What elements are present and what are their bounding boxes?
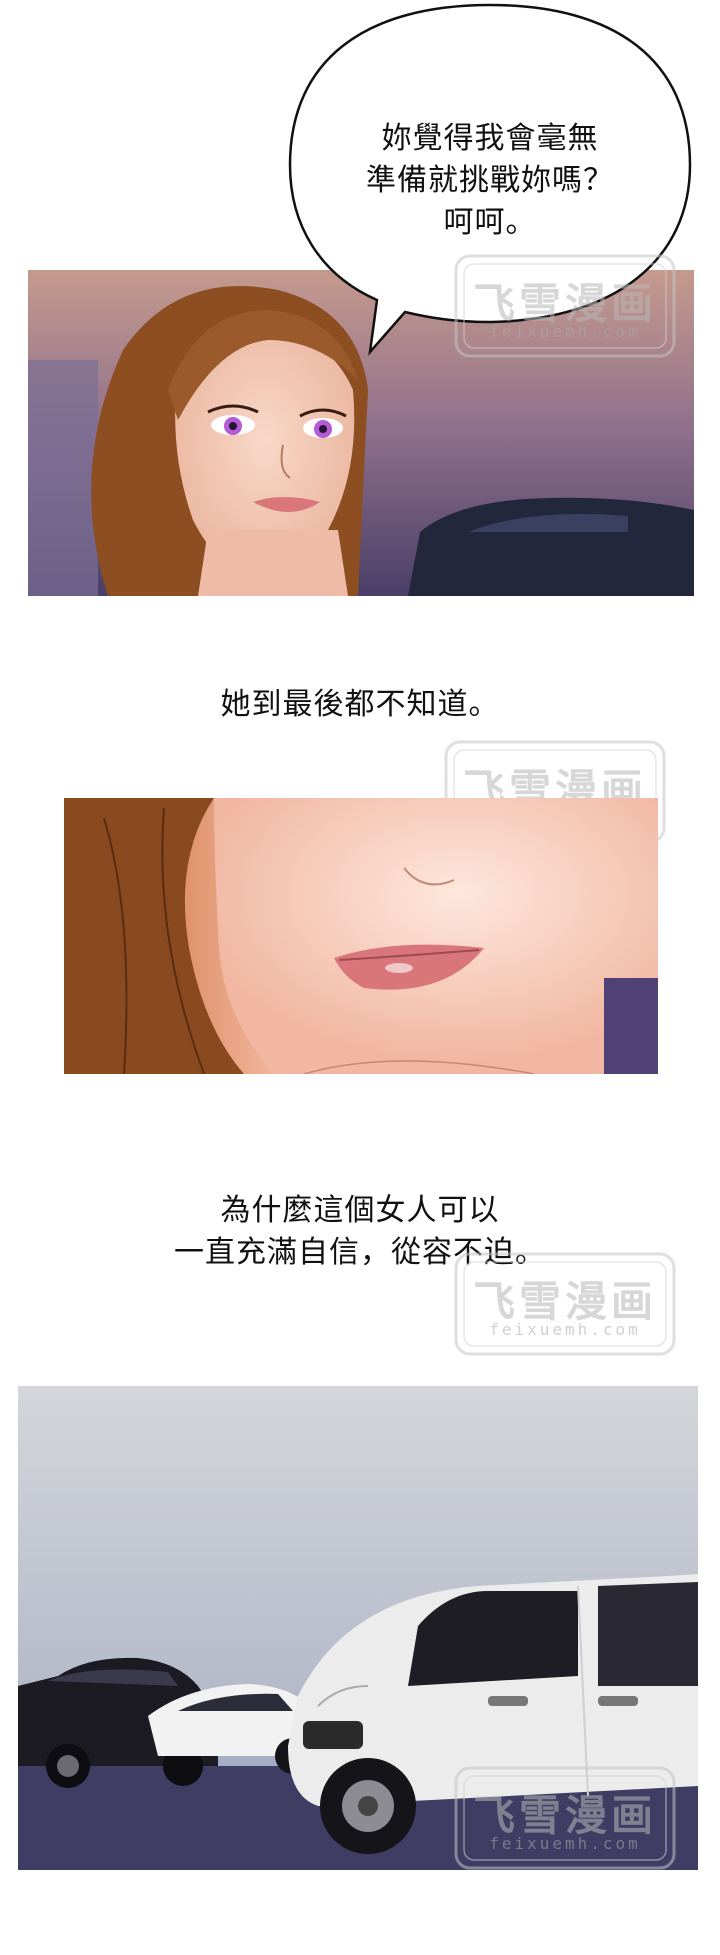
speech-line-1: 妳覺得我會毫無 xyxy=(381,121,599,156)
caption-2-line-1: 為什麼這個女人可以 xyxy=(220,1193,500,1228)
panel-2-art xyxy=(64,798,658,1074)
speech-bubble-text: 妳覺得我會毫無 準備就挑戰妳嗎？ 呵呵。 xyxy=(300,118,680,244)
watermark: 飞雪漫画 feixuemh.com xyxy=(450,1248,680,1360)
watermark: 飞雪漫画 feixuemh.com xyxy=(450,1762,680,1874)
speech-line-3: 呵呵。 xyxy=(443,205,537,240)
speech-line-2: 準備就挑戰妳嗎？ xyxy=(366,163,614,198)
watermark: 飞雪漫画 feixuemh.com xyxy=(450,250,680,362)
watermark-subtitle: feixuemh.com xyxy=(489,1834,641,1853)
watermark-subtitle: feixuemh.com xyxy=(489,322,641,341)
panel-closeup-smile xyxy=(64,798,658,1074)
watermark-subtitle: feixuemh.com xyxy=(489,1320,641,1339)
narration-caption-1: 她到最後都不知道。 xyxy=(220,687,500,722)
